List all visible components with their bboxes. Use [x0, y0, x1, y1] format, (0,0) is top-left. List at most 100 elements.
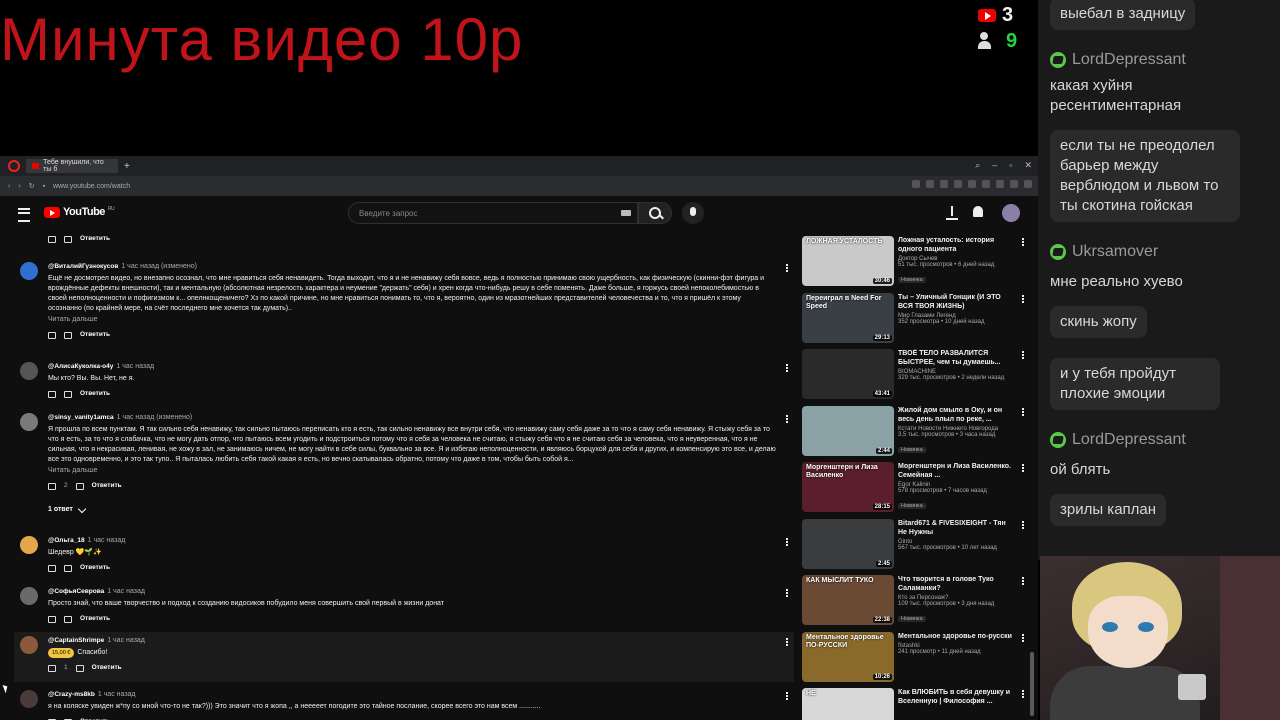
- reply-button[interactable]: Ответить: [80, 330, 110, 340]
- video-thumbnail[interactable]: КАК МЫСЛИТ ТУКО 22:38: [802, 575, 894, 625]
- comment-author[interactable]: @СофьяСеврова: [48, 588, 104, 595]
- video-thumbnail[interactable]: 2:44: [802, 405, 894, 456]
- extension-icon[interactable]: [968, 180, 976, 188]
- extension-icon[interactable]: [996, 180, 1004, 188]
- dislike-icon[interactable]: [64, 331, 72, 339]
- video-thumbnail[interactable]: ЛОЖНАЯ УСТАЛОСТЬ 30:46: [802, 236, 894, 286]
- youtube-logo[interactable]: YouTube RU: [44, 206, 115, 218]
- video-thumbnail[interactable]: 2:45: [802, 518, 894, 569]
- reply-button[interactable]: Ответить: [80, 563, 110, 573]
- more-options-icon[interactable]: [1022, 577, 1026, 585]
- recommended-video[interactable]: Моргенштерн и Лиза Василенко 28:15 Моргенш…: [802, 462, 1028, 514]
- avatar[interactable]: [20, 413, 38, 431]
- dislike-icon[interactable]: [75, 482, 84, 490]
- reply-button[interactable]: Ответить: [92, 663, 122, 673]
- close-button[interactable]: ✕: [1024, 160, 1032, 171]
- comment-author[interactable]: @CaptainShrimpe: [48, 637, 104, 644]
- comment-author[interactable]: @Ольга_18: [48, 537, 85, 544]
- more-options-icon[interactable]: [1022, 294, 1026, 303]
- more-options-icon[interactable]: [1022, 520, 1026, 529]
- recommended-video[interactable]: ЛОЖНАЯ УСТАЛОСТЬ 30:46 Ложная усталость: и…: [802, 236, 1028, 288]
- comment-author[interactable]: @АлисаКуколка-о4у: [48, 363, 113, 370]
- more-options-icon[interactable]: [786, 589, 790, 597]
- video-thumbnail[interactable]: НЕ: [802, 688, 894, 720]
- recommended-video[interactable]: 2:44 Жилой дом смыло в Оку, и он весь ден…: [802, 405, 1028, 458]
- recommended-video[interactable]: НЕ Как ВЛЮБИТЬ в себя девушку и Вселенную…: [802, 688, 1028, 720]
- video-title[interactable]: ТВОЁ ТЕЛО РАЗВАЛИТСЯ БЫСТРЕЕ, чем ты дум…: [898, 349, 1016, 367]
- search-input[interactable]: Введите запрос: [348, 202, 638, 224]
- more-options-icon[interactable]: [786, 692, 790, 700]
- recommended-video[interactable]: 43:41 ТВОЁ ТЕЛО РАЗВАЛИТСЯ БЫСТРЕЕ, чем т…: [802, 349, 1028, 401]
- video-title[interactable]: Как ВЛЮБИТЬ в себя девушку и Вселенную |…: [898, 688, 1016, 706]
- like-icon[interactable]: [48, 390, 56, 398]
- recommended-video[interactable]: Ментальное здоровье ПО-РУССКИ 10:26 Ментал…: [802, 631, 1028, 684]
- back-icon[interactable]: ‹: [8, 183, 10, 190]
- dislike-icon[interactable]: [64, 390, 72, 398]
- extension-icon[interactable]: [912, 180, 920, 188]
- more-options-icon[interactable]: [1022, 690, 1026, 698]
- more-options-icon[interactable]: [786, 538, 790, 546]
- like-icon[interactable]: [48, 564, 56, 572]
- extension-icon[interactable]: [954, 180, 962, 188]
- browser-tab[interactable]: Тебе внушили, что ты б: [26, 159, 118, 173]
- account-avatar[interactable]: [1002, 204, 1020, 222]
- reply-button[interactable]: Ответить: [80, 389, 110, 399]
- recommended-video[interactable]: 2:45 Bitard671 & FIVESIXEIGHT - Тян Не Ну…: [802, 518, 1028, 571]
- dislike-icon[interactable]: [64, 235, 72, 243]
- avatar[interactable]: [20, 262, 38, 280]
- url-field[interactable]: www.youtube.com/watch: [53, 183, 130, 190]
- video-thumbnail[interactable]: Ментальное здоровье ПО-РУССКИ 10:26: [802, 631, 894, 682]
- extension-icon[interactable]: [982, 180, 990, 188]
- search-button[interactable]: [638, 202, 672, 224]
- more-options-icon[interactable]: [1022, 351, 1026, 359]
- video-title[interactable]: Моргенштерн и Лиза Василенко. Семейная .…: [898, 462, 1016, 480]
- bell-icon[interactable]: [973, 206, 983, 217]
- like-icon[interactable]: [48, 482, 56, 490]
- settings-icon[interactable]: [1024, 180, 1032, 188]
- extension-icon[interactable]: [940, 180, 948, 188]
- reply-button[interactable]: Ответить: [92, 481, 122, 491]
- reply-button[interactable]: Ответить: [80, 614, 110, 624]
- keyboard-icon[interactable]: [621, 210, 631, 216]
- comment-author[interactable]: @Crazy-ms8kb: [48, 691, 95, 698]
- microphone-icon[interactable]: [682, 202, 704, 224]
- scrollbar[interactable]: [1030, 652, 1034, 716]
- forward-icon[interactable]: ›: [18, 183, 20, 190]
- video-title[interactable]: Ложная усталость: история одного пациент…: [898, 236, 1016, 254]
- reload-icon[interactable]: ↻: [29, 182, 35, 190]
- replies-toggle[interactable]: 1 ответ: [48, 504, 776, 515]
- like-icon[interactable]: [48, 615, 56, 623]
- more-options-icon[interactable]: [786, 415, 790, 423]
- more-options-icon[interactable]: [1022, 407, 1026, 416]
- menu-icon[interactable]: [18, 208, 30, 222]
- avatar[interactable]: [20, 636, 38, 654]
- video-title[interactable]: Ментальное здоровье по-русски: [898, 632, 1016, 641]
- like-icon[interactable]: [48, 664, 56, 672]
- more-options-icon[interactable]: [786, 264, 790, 272]
- video-title[interactable]: Жилой дом смыло в Оку, и он весь день пл…: [898, 406, 1016, 424]
- like-icon[interactable]: [48, 235, 56, 243]
- more-options-icon[interactable]: [786, 364, 790, 372]
- recommended-video[interactable]: КАК МЫСЛИТ ТУКО 22:38 Что творится в голов…: [802, 575, 1028, 627]
- opera-icon[interactable]: [8, 160, 20, 172]
- dislike-icon[interactable]: [64, 615, 72, 623]
- read-more-link[interactable]: Читать дальше: [48, 315, 776, 325]
- read-more-link[interactable]: Читать дальше: [48, 466, 776, 476]
- video-thumbnail[interactable]: Моргенштерн и Лиза Василенко 28:15: [802, 462, 894, 512]
- video-title[interactable]: Что творится в голове Туко Саламанки?: [898, 575, 1016, 593]
- comment-author[interactable]: @ВиталийГузнокусов: [48, 263, 118, 270]
- more-options-icon[interactable]: [1022, 238, 1026, 246]
- profile-icon[interactable]: [1010, 180, 1018, 188]
- dislike-icon[interactable]: [64, 564, 72, 572]
- more-options-icon[interactable]: [1022, 633, 1026, 642]
- comment-author[interactable]: @sinsy_vanity1amca: [48, 414, 114, 421]
- avatar[interactable]: [20, 587, 38, 605]
- more-options-icon[interactable]: [786, 638, 790, 646]
- video-thumbnail[interactable]: 43:41: [802, 349, 894, 399]
- avatar[interactable]: [20, 690, 38, 708]
- avatar[interactable]: [20, 362, 38, 380]
- dislike-icon[interactable]: [75, 664, 84, 672]
- minimize-button[interactable]: –: [992, 160, 997, 171]
- video-title[interactable]: Ты – Уличный Гонщик (И ЭТО ВСЯ ТВОЯ ЖИЗН…: [898, 293, 1016, 311]
- extension-icon[interactable]: [926, 180, 934, 188]
